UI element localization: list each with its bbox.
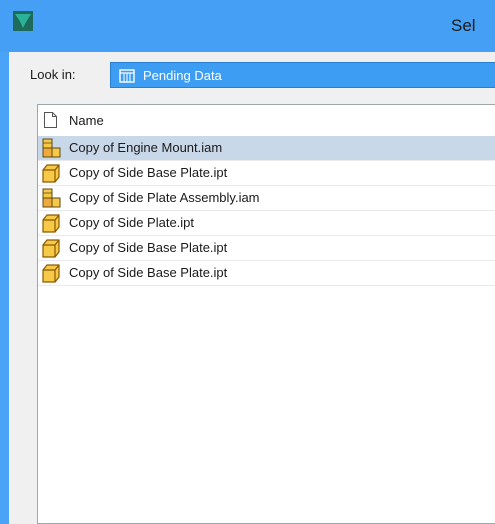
vault-folder-icon [119, 69, 135, 83]
file-name: Copy of Side Base Plate.ipt [69, 240, 228, 255]
list-item[interactable]: Copy of Side Plate.ipt [38, 211, 495, 236]
look-in-value: Pending Data [143, 68, 222, 83]
file-name: Copy of Side Plate Assembly.iam [69, 190, 260, 205]
list-item[interactable]: Copy of Side Plate Assembly.iam [38, 186, 495, 211]
file-name: Copy of Side Base Plate.ipt [69, 265, 228, 280]
document-icon [44, 112, 57, 128]
list-item[interactable]: Copy of Side Base Plate.ipt [38, 261, 495, 286]
file-name: Copy of Engine Mount.iam [69, 140, 223, 155]
file-rows: Copy of Engine Mount.iam Copy of Side Ba… [38, 136, 495, 286]
window-title: Sel [451, 16, 476, 35]
list-item[interactable]: Copy of Side Base Plate.ipt [38, 236, 495, 261]
file-name: Copy of Side Base Plate.ipt [69, 165, 228, 180]
file-list[interactable]: Name Copy of Engine Mount.iam Copy of Si… [37, 104, 495, 524]
assembly-icon [40, 137, 62, 159]
part-icon [40, 262, 62, 284]
part-icon [40, 237, 62, 259]
column-header-label: Name [69, 113, 104, 128]
part-icon [40, 212, 62, 234]
inventor-logo-icon [13, 11, 33, 31]
list-item[interactable]: Copy of Side Base Plate.ipt [38, 161, 495, 186]
assembly-icon [40, 187, 62, 209]
column-header-name[interactable]: Name [38, 105, 495, 135]
list-item[interactable]: Copy of Engine Mount.iam [38, 136, 495, 161]
look-in-dropdown[interactable]: Pending Data [110, 62, 495, 88]
title-bar[interactable]: Sel [0, 0, 495, 52]
file-name: Copy of Side Plate.ipt [69, 215, 195, 230]
look-in-label: Look in: [30, 67, 76, 82]
part-icon [40, 162, 62, 184]
